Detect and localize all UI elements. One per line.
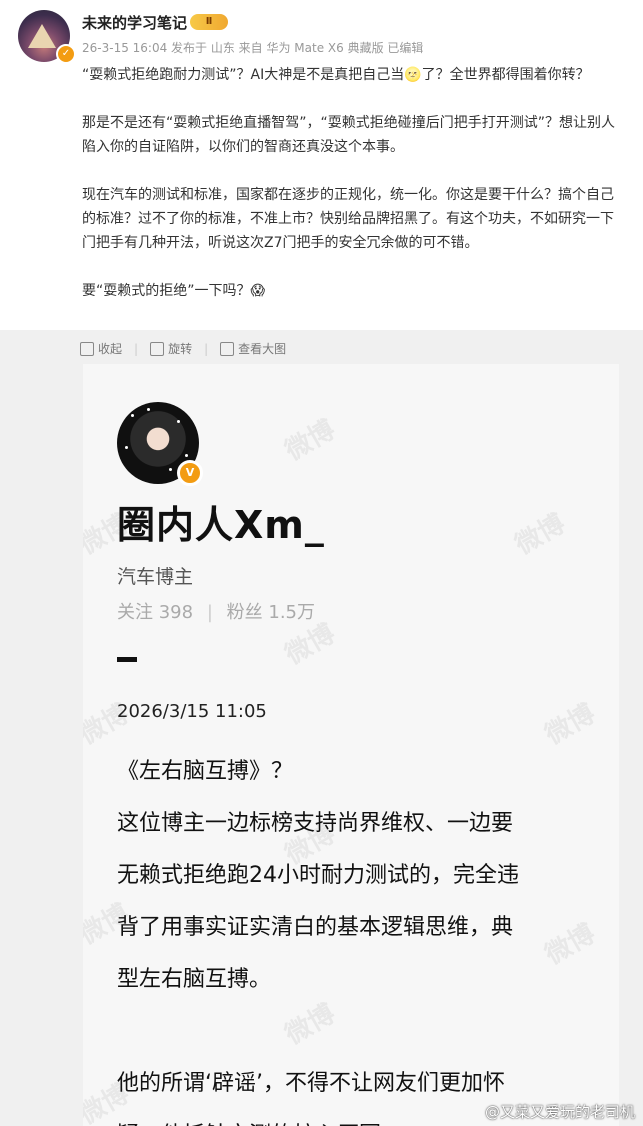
card-time: 2026/3/15 11:05 xyxy=(117,701,267,722)
rotate-label: 旋转 xyxy=(168,342,193,356)
card-line: 无赖式拒绝跑24小时耐力测试的，完全违 xyxy=(117,863,519,888)
rotate-icon xyxy=(150,341,165,356)
post-paragraph: “耍赖式拒绝跑耐力测试”？AI大神是不是真把自己当🌝了？全世界都得围着你转？ xyxy=(82,67,590,83)
watermark: 微博 xyxy=(280,414,341,467)
view-large-label: 查看大图 xyxy=(238,342,287,356)
post-meta: 26-3-15 16:04 发布于 山东 来自 华为 Mate X6 典藏版 已… xyxy=(82,41,424,55)
view-large-icon xyxy=(220,341,235,356)
collapse-icon xyxy=(80,341,94,356)
card-line: 《左右脑互搏》？ xyxy=(117,759,294,784)
card-role: 汽车博主 xyxy=(117,566,194,588)
post-header: ✓ 未来的学习笔记 Ⅱ 26-3-15 16:04 发布于 山东 来自 华为 M… xyxy=(0,0,643,330)
card-line: 型左右脑互搏。 xyxy=(117,967,272,992)
collapse-button[interactable]: 收起 | xyxy=(80,340,138,357)
divider xyxy=(117,657,137,662)
fans-label: 粉丝 xyxy=(226,602,263,623)
verified-badge-icon: ✓ xyxy=(56,44,76,64)
follow-count: 398 xyxy=(158,602,194,623)
footer-watermark: @又菜又爱玩的老司机 xyxy=(484,1103,635,1121)
mountain-icon xyxy=(28,24,56,48)
post-paragraph: 现在汽车的测试和标准，国家都在逐步的正规化，统一化。你这是要干什么？搞个自己的标… xyxy=(82,187,614,251)
username[interactable]: 未来的学习笔记 xyxy=(82,12,187,33)
follow-label: 关注 xyxy=(117,602,153,623)
card-name: 圈内人Xm_ xyxy=(117,503,325,547)
card-body: 《左右脑互搏》？ 这位博主一边标榜支持尚界维权、一边要 无赖式拒绝跑24小时耐力… xyxy=(117,746,587,1126)
image-toolbar: 收起 | 旋转 | 查看大图 xyxy=(80,340,298,357)
collapse-label: 收起 xyxy=(98,342,123,356)
card-verified-badge-icon: V xyxy=(177,460,203,486)
card-stats: 关注 398 | 粉丝 1.5万 xyxy=(117,602,316,623)
card-line: 这位博主一边标榜支持尚界维权、一边要 xyxy=(117,811,514,836)
vip-badge-icon: Ⅱ xyxy=(190,14,228,30)
rotate-button[interactable]: 旋转 | xyxy=(150,340,208,357)
fans-count: 1.5万 xyxy=(268,602,316,623)
post-text: “耍赖式拒绝跑耐力测试”？AI大神是不是真把自己当🌝了？全世界都得围着你转？ 那… xyxy=(82,63,627,303)
image-area: 收起 | 旋转 | 查看大图 微博 微博 微博 微博 微博 微博 微博 微博 微… xyxy=(0,330,643,1126)
card-line: 背了用事实证实清白的基本逻辑思维，典 xyxy=(117,915,514,940)
view-large-button[interactable]: 查看大图 xyxy=(220,340,286,357)
watermark: 微博 xyxy=(510,508,571,561)
watermark: 微博 xyxy=(540,698,601,751)
post-paragraph: 那是不是还有“耍赖式拒绝直播智驾”，“耍赖式拒绝碰撞后门把手打开测试”？想让别人… xyxy=(82,115,616,155)
post-paragraph: 要“耍赖式的拒绝”一下吗？😱 xyxy=(82,283,266,299)
screenshot-card[interactable]: 微博 微博 微博 微博 微博 微博 微博 微博 微博 微博 微博 V 圈内人Xm… xyxy=(83,364,619,1126)
